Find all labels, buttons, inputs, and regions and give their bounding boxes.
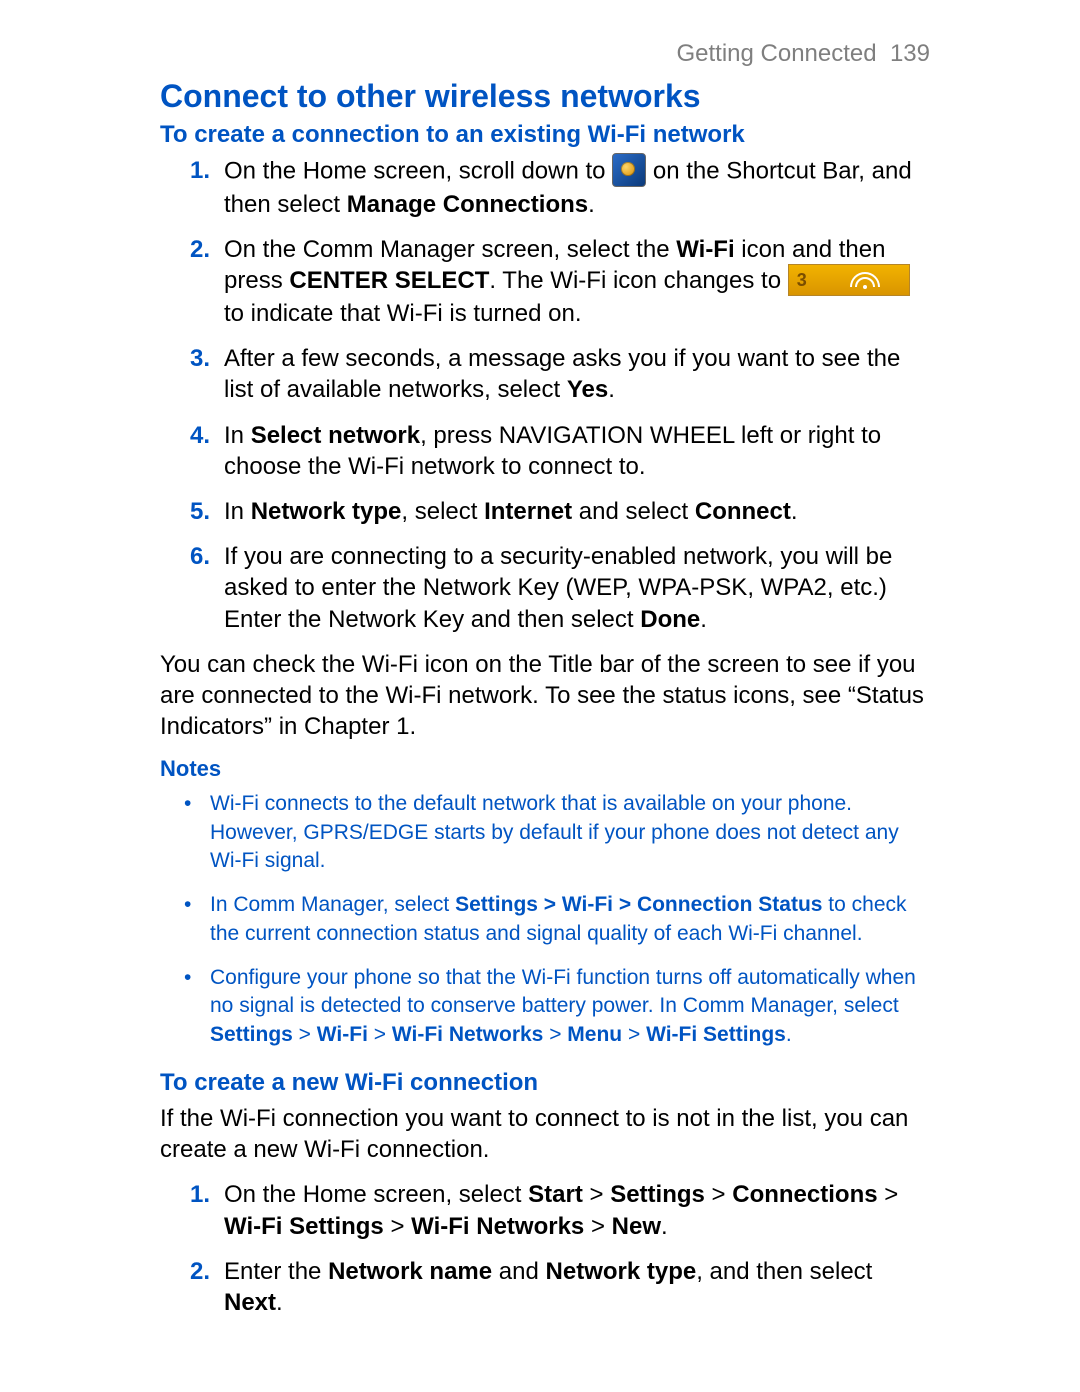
step-text: , and then select — [696, 1258, 872, 1285]
bold-text: Wi-Fi — [317, 1023, 368, 1046]
note-text: In Comm Manager, select — [210, 893, 455, 916]
bold-text: Internet — [484, 498, 572, 525]
step-1: 1. On the Home screen, select Start > Se… — [160, 1179, 930, 1241]
gt-separator: > — [584, 1213, 611, 1240]
note-text: . — [786, 1023, 792, 1046]
step-text: . The Wi-Fi icon changes to — [489, 267, 787, 294]
bold-text: Wi-Fi Settings — [646, 1023, 786, 1046]
note-text: Wi-Fi connects to the default network th… — [210, 792, 899, 872]
step-number: 5. — [190, 496, 210, 527]
bold-text: Network type — [546, 1258, 697, 1285]
step-2: 2. Enter the Network name and Network ty… — [160, 1256, 930, 1318]
step-number: 1. — [190, 155, 210, 186]
bold-text: CENTER SELECT — [289, 267, 489, 294]
step-4: 4. In Select network, press NAVIGATION W… — [160, 420, 930, 482]
step-text: to indicate that Wi-Fi is turned on. — [224, 300, 582, 327]
bold-text: Connect — [695, 498, 791, 525]
bold-text: Yes — [567, 376, 608, 403]
step-text: . — [276, 1289, 283, 1316]
bullet-icon: • — [184, 891, 191, 919]
step-text: On the Home screen, scroll down to — [224, 157, 612, 184]
step-text: On the Comm Manager screen, select the — [224, 236, 676, 263]
step-text: On the Home screen, select — [224, 1181, 528, 1208]
page-number: 139 — [890, 40, 930, 67]
gt-separator: > — [368, 1023, 392, 1046]
notes-list: • Wi-Fi connects to the default network … — [160, 790, 930, 1049]
step-text: If you are connecting to a security-enab… — [224, 543, 892, 632]
gt-separator: > — [622, 1023, 646, 1046]
note-text: Configure your phone so that the Wi-Fi f… — [210, 966, 916, 1017]
bold-text: Next — [224, 1289, 276, 1316]
step-number: 3. — [190, 343, 210, 374]
note-item: • Configure your phone so that the Wi-Fi… — [160, 964, 930, 1049]
bold-text: New — [612, 1213, 661, 1240]
shortcut-bar-icon — [612, 153, 646, 187]
step-text: and select — [572, 498, 695, 525]
step-text: and — [492, 1258, 545, 1285]
gt-separator: > — [583, 1181, 610, 1208]
step-text: In — [224, 422, 251, 449]
bold-text: Settings > Wi-Fi > Connection Status — [455, 893, 822, 916]
bullet-icon: • — [184, 964, 191, 992]
create-new-heading: To create a new Wi-Fi connection — [160, 1069, 930, 1097]
note-item: • In Comm Manager, select Settings > Wi-… — [160, 891, 930, 948]
bold-text: Start — [528, 1181, 583, 1208]
step-text: . — [791, 498, 798, 525]
steps-list-1: 1. On the Home screen, scroll down to on… — [160, 155, 930, 635]
bold-text: Connections — [732, 1181, 877, 1208]
step-text: , select — [401, 498, 484, 525]
bold-text: Settings — [610, 1181, 705, 1208]
step-number: 2. — [190, 1256, 210, 1287]
bold-text: Wi-Fi Networks — [411, 1213, 584, 1240]
gt-separator: > — [543, 1023, 567, 1046]
step-text: In — [224, 498, 251, 525]
step-text: Enter the — [224, 1258, 328, 1285]
step-2: 2. On the Comm Manager screen, select th… — [160, 234, 930, 329]
intro-paragraph: If the Wi-Fi connection you want to conn… — [160, 1103, 930, 1165]
step-text: After a few seconds, a message asks you … — [224, 345, 900, 403]
step-3: 3. After a few seconds, a message asks y… — [160, 343, 930, 405]
gt-separator: > — [384, 1213, 411, 1240]
bold-text: Settings — [210, 1023, 293, 1046]
bold-text: Menu — [567, 1023, 622, 1046]
bold-text: Select network — [251, 422, 420, 449]
step-5: 5. In Network type, select Internet and … — [160, 496, 930, 527]
bold-text: Wi-Fi Networks — [392, 1023, 544, 1046]
step-text: . — [588, 191, 595, 218]
bold-text: Network name — [328, 1258, 492, 1285]
step-number: 1. — [190, 1179, 210, 1210]
gt-separator: > — [705, 1181, 732, 1208]
bullet-icon: • — [184, 790, 191, 818]
step-number: 6. — [190, 541, 210, 572]
bold-text: Wi-Fi — [676, 236, 734, 263]
wifi-on-icon: 3 — [788, 264, 910, 296]
step-text: . — [661, 1213, 668, 1240]
bold-text: Network type — [251, 498, 402, 525]
document-page: Getting Connected 139 Connect to other w… — [0, 0, 1080, 1392]
step-text: . — [700, 606, 707, 633]
body-paragraph: You can check the Wi-Fi icon on the Titl… — [160, 649, 930, 743]
page-header: Getting Connected 139 — [160, 40, 930, 68]
step-1: 1. On the Home screen, scroll down to on… — [160, 155, 930, 220]
page-title: Connect to other wireless networks — [160, 78, 930, 115]
step-6: 6. If you are connecting to a security-e… — [160, 541, 930, 635]
step-text: . — [608, 376, 615, 403]
step-number: 2. — [190, 234, 210, 265]
notes-heading: Notes — [160, 756, 930, 782]
note-item: • Wi-Fi connects to the default network … — [160, 790, 930, 875]
gt-separator: > — [293, 1023, 317, 1046]
chapter-name: Getting Connected — [676, 40, 876, 67]
bold-text: Done — [640, 606, 700, 633]
bold-text: Wi-Fi Settings — [224, 1213, 384, 1240]
bold-text: Manage Connections — [347, 191, 588, 218]
step-number: 4. — [190, 420, 210, 451]
steps-list-2: 1. On the Home screen, select Start > Se… — [160, 1179, 930, 1318]
create-existing-heading: To create a connection to an existing Wi… — [160, 121, 930, 149]
gt-separator: > — [878, 1181, 899, 1208]
